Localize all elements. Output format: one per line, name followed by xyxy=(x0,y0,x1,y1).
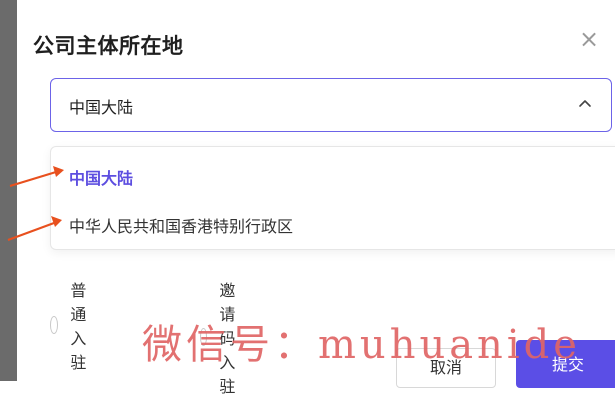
chevron-up-icon xyxy=(579,100,591,107)
location-select[interactable]: 中国大陆 xyxy=(50,78,612,132)
dialog-title: 公司主体所在地 xyxy=(33,34,184,58)
radio-label: 普通入驻 xyxy=(70,281,87,372)
watermark-text: 微信号：muhuanide xyxy=(142,322,581,368)
close-icon[interactable]: × xyxy=(578,27,600,51)
radio-circle-icon xyxy=(50,316,59,334)
radio-normal-entry[interactable]: 普通入驻 xyxy=(50,277,96,373)
option-mainland-china[interactable]: 中国大陆 xyxy=(69,165,133,189)
modal-backdrop xyxy=(0,0,17,381)
select-value: 中国大陆 xyxy=(69,98,134,117)
select-dropdown: 中国大陆 中华人民共和国香港特别行政区 xyxy=(50,146,615,250)
option-hong-kong-sar[interactable]: 中华人民共和国香港特别行政区 xyxy=(69,213,293,237)
